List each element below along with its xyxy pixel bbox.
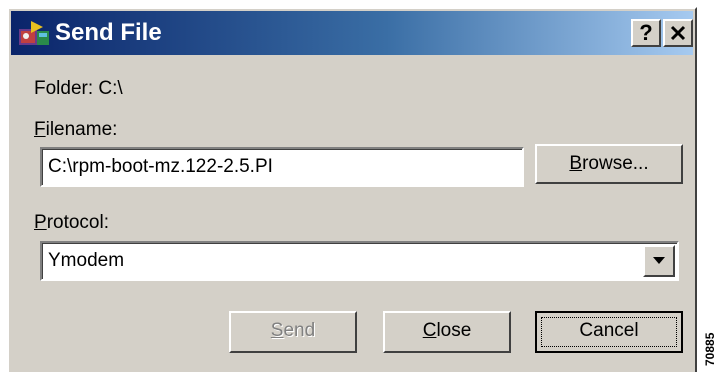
protocol-dropdown[interactable]: Ymodem bbox=[40, 241, 679, 281]
protocol-label: Protocol: bbox=[34, 212, 109, 234]
close-icon bbox=[670, 25, 686, 41]
send-text: end bbox=[283, 320, 316, 341]
send-accelerator: S bbox=[270, 320, 284, 341]
folder-row: Folder: C:\ bbox=[34, 78, 123, 100]
browse-text: rowse... bbox=[582, 153, 649, 174]
figure-number-text: 70885 bbox=[703, 332, 717, 366]
close-window-button[interactable] bbox=[663, 19, 693, 47]
help-button[interactable]: ? bbox=[631, 19, 661, 47]
send-file-dialog: Send File ? Folder: C:\ Filename: C:\rpm… bbox=[7, 7, 697, 372]
filename-label: Filename: bbox=[34, 119, 117, 141]
filename-label-text: ilename: bbox=[45, 119, 118, 140]
filename-input[interactable]: C:\rpm-boot-mz.122-2.5.PI bbox=[40, 147, 524, 187]
send-button[interactable]: Send bbox=[229, 311, 357, 353]
browse-button[interactable]: Browse... bbox=[535, 144, 683, 184]
folder-value: C:\ bbox=[98, 78, 123, 99]
browse-accelerator: B bbox=[569, 153, 583, 174]
figure-number: 70885 bbox=[701, 318, 719, 368]
cancel-button[interactable]: Cancel bbox=[535, 311, 683, 353]
filename-label-accelerator: F bbox=[34, 119, 46, 140]
close-text: lose bbox=[436, 320, 472, 341]
chevron-down-icon bbox=[653, 257, 665, 264]
close-accelerator: C bbox=[422, 320, 437, 341]
close-button[interactable]: Close bbox=[383, 311, 511, 353]
send-file-app-icon bbox=[19, 21, 49, 45]
protocol-label-accelerator: P bbox=[34, 212, 47, 233]
folder-label: Folder: bbox=[34, 78, 94, 99]
protocol-label-text: rotocol: bbox=[46, 212, 109, 233]
protocol-dropdown-arrow[interactable] bbox=[643, 245, 675, 277]
title-bar[interactable]: Send File ? bbox=[11, 11, 693, 55]
protocol-selected-value: Ymodem bbox=[48, 250, 125, 271]
cancel-text: Cancel bbox=[579, 320, 639, 341]
window-title: Send File bbox=[55, 19, 162, 46]
